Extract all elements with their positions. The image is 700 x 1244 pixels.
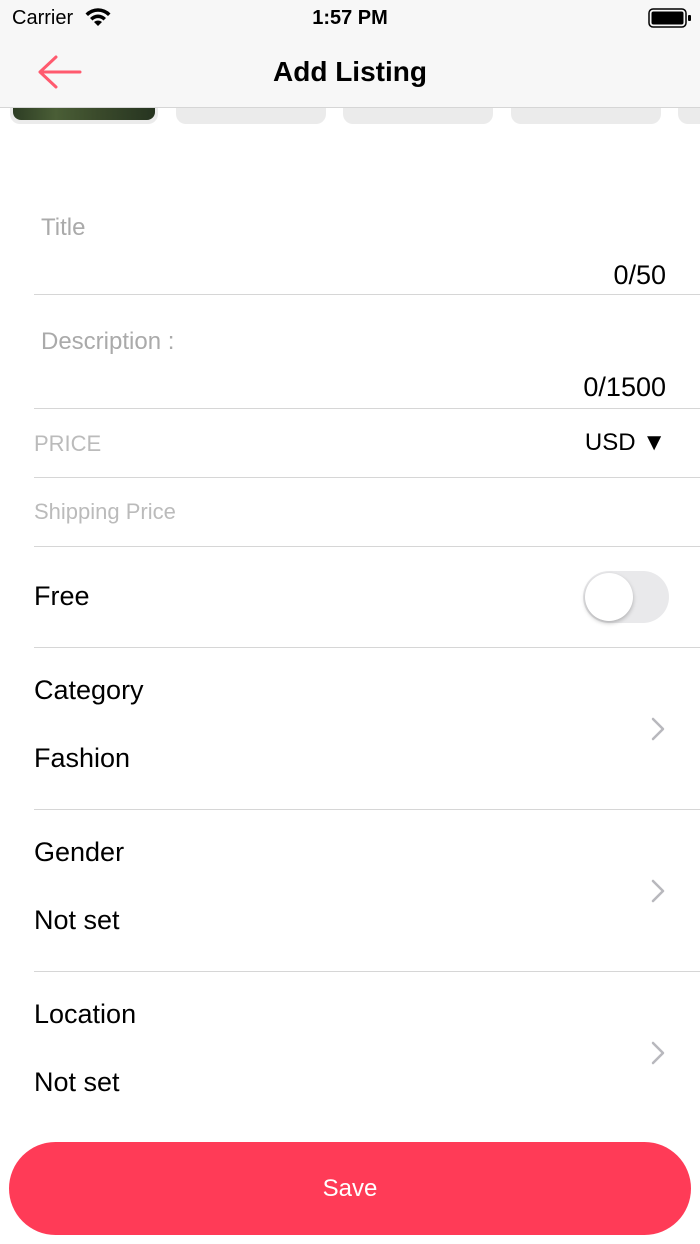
free-label: Free (34, 581, 90, 611)
save-button[interactable]: Save (9, 1142, 691, 1235)
shipping-price-field[interactable]: Shipping Price (34, 478, 700, 547)
category-value: Fashion (34, 743, 131, 773)
image-slot-empty[interactable] (176, 108, 326, 124)
description-char-counter: 0/1500 (583, 372, 666, 402)
title-field[interactable]: Title 0/50 (34, 196, 700, 295)
currency-dropdown[interactable]: USD ▼ (585, 429, 666, 457)
price-field[interactable]: PRICE USD ▼ (34, 409, 700, 478)
page-title: Add Listing (273, 56, 427, 87)
chevron-right-icon (651, 879, 665, 903)
location-label: Location (34, 999, 137, 1029)
location-row[interactable]: Location Not set (34, 972, 700, 1134)
category-label: Category (34, 675, 144, 705)
title-placeholder: Title (41, 214, 86, 241)
description-placeholder: Description : (41, 328, 175, 355)
gender-row[interactable]: Gender Not set (34, 810, 700, 972)
image-thumbnail-photo[interactable] (10, 108, 158, 124)
title-char-counter: 0/50 (613, 260, 666, 290)
status-time: 1:57 PM (312, 7, 388, 29)
image-slot-empty[interactable] (678, 108, 700, 124)
image-slot-empty[interactable] (343, 108, 493, 124)
nav-bar: Add Listing (0, 36, 700, 108)
battery-icon (648, 8, 691, 28)
location-value: Not set (34, 1067, 120, 1097)
gender-value: Not set (34, 905, 120, 935)
thumbnail-photo (13, 108, 155, 120)
description-field[interactable]: Description : 0/1500 (34, 295, 700, 409)
save-button-label: Save (322, 1175, 378, 1202)
status-bar: Carrier 1:57 PM (0, 0, 700, 36)
shipping-price-placeholder: Shipping Price (34, 499, 176, 524)
free-toggle[interactable] (583, 571, 669, 623)
image-strip[interactable] (0, 108, 700, 126)
free-row: Free (34, 547, 700, 648)
gender-label: Gender (34, 837, 125, 867)
category-row[interactable]: Category Fashion (34, 648, 700, 810)
chevron-right-icon (651, 1041, 665, 1065)
image-slot-empty[interactable] (511, 108, 661, 124)
chevron-right-icon (651, 717, 665, 741)
price-placeholder: PRICE (34, 431, 102, 456)
toggle-knob (585, 573, 633, 621)
